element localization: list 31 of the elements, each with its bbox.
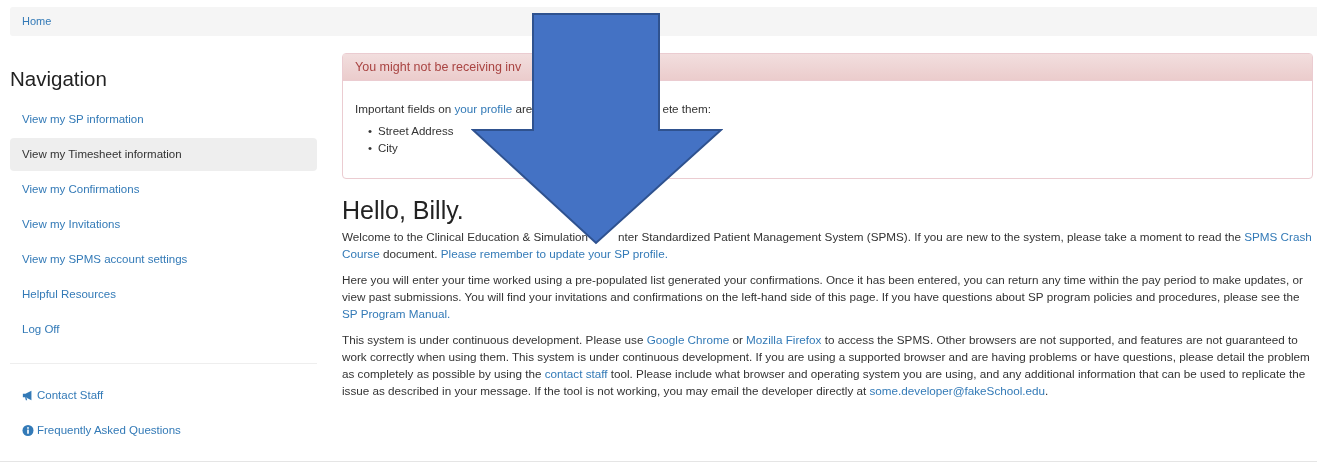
paragraph: Welcome to the Clinical Education & Simulation nter Standardized Patient Management System (SPMS). If you are new to the system, please take a moment to read the SPMS Crash Course document. Please remember to update your SP profile.	[342, 229, 1313, 262]
link[interactable]: Google Chrome	[646, 333, 730, 346]
paragraph: This system is under continuous development. Please use Google Chrome or Mozilla Firefox to access the SPMS. Other browsers are not supported, and features are not guaranteed to work correctly when using them. This system is under continuous development. If you are using a supported browser and are having problems or have questions, please detail the problem as completely as possible by using the contact staff tool. Please include what browser and operating system you are using, and any additional information that can be used to replicate the issue as described in your message. If the tool is not working, you may email the developer directly at some.developer@fakeSchool.edu.	[342, 332, 1311, 399]
megaphone-icon	[22, 390, 34, 401]
sidebar-item[interactable]: View my Confirmations	[10, 173, 317, 206]
link[interactable]: contact staff	[544, 367, 608, 380]
link[interactable]: Course	[342, 247, 380, 260]
info-icon	[22, 425, 34, 436]
bullet: •	[368, 141, 374, 156]
sidebar-item[interactable]: View my SPMS account settings	[10, 243, 317, 276]
alert-title: You might not be receiving inv	[355, 60, 522, 74]
sidebar-item[interactable]: View my Timesheet information	[10, 138, 317, 171]
link[interactable]: SP Program Manual.	[342, 307, 451, 320]
link[interactable]: Please remember to update your SP profile.	[440, 247, 668, 260]
alert-message: Important fields on your profile are ete them:	[355, 101, 713, 117]
bullet: •	[368, 124, 374, 139]
missing-field-item: Street Address	[378, 124, 454, 139]
navigation-heading: Navigation	[10, 67, 108, 91]
link[interactable]: Mozilla Firefox	[746, 333, 822, 346]
sidebar-item[interactable]: View my SP information	[10, 103, 317, 136]
sidebar-link[interactable]: Contact Staff	[10, 379, 317, 412]
greeting-heading: Hello, Billy.	[342, 196, 465, 225]
breadcrumb-home-link[interactable]: Home	[10, 7, 1317, 36]
link[interactable]: SPMS Crash	[1244, 230, 1312, 243]
missing-field-item: City	[378, 141, 398, 156]
sidebar-item[interactable]: View my Invitations	[10, 208, 317, 241]
profile-link[interactable]: your profile	[454, 102, 513, 115]
sidebar-link[interactable]: Frequently Asked Questions	[10, 414, 317, 447]
sidebar-item[interactable]: Log Off	[10, 313, 317, 346]
sidebar-item[interactable]: Helpful Resources	[10, 278, 317, 311]
paragraph: Here you will enter your time worked using a pre-populated list generated your confirmations. Once it has been entered, you can return any time within the pay period to make updates, or view past submissions. You will find your invitations and confirmations on the left-hand side of this page. If you have questions about SP program policies and procedures, please see the SP Program Manual.	[342, 272, 1304, 322]
